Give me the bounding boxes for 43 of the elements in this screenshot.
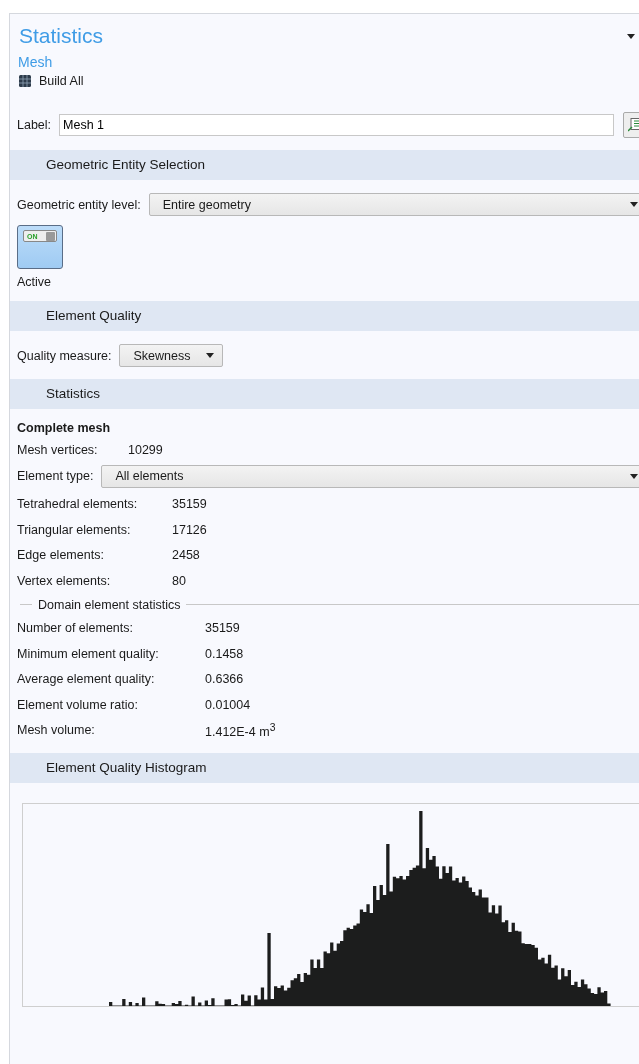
stat-label: Tetrahedral elements: [17, 497, 139, 512]
grid-icon [19, 75, 31, 87]
stat-label: Triangular elements: [17, 522, 132, 537]
caret-icon [627, 33, 635, 39]
build-all-button[interactable]: Build All [19, 74, 84, 88]
group-title: Complete mesh [16, 420, 112, 435]
caret-icon [630, 473, 638, 479]
stat-label: Number of elements: [17, 621, 135, 636]
stat-label: Minimum element quality: [17, 646, 160, 661]
stat-value: 0.1458 [205, 646, 244, 661]
stat-label: Edge elements: [17, 548, 105, 563]
stat-label: Average element quality: [17, 672, 156, 687]
field-label: Label: [17, 118, 52, 132]
stat-value: 35159 [205, 621, 240, 636]
stat-value: 35159 [172, 497, 207, 512]
stat-value: 10299 [128, 442, 163, 457]
field-label: Element type: [17, 469, 94, 483]
caret-icon [630, 202, 638, 207]
section-header[interactable]: Element Quality Histogram [10, 753, 639, 783]
field-label: Quality measure: [17, 348, 112, 363]
stat-value: 0.6366 [205, 672, 244, 687]
breadcrumb: Mesh [17, 53, 54, 70]
dropdown[interactable]: All elements [101, 464, 639, 488]
stat-label: Element volume ratio: [17, 697, 139, 712]
dropdown[interactable]: Entire geometry [148, 193, 639, 216]
group-title: Domain element statistics [38, 597, 181, 612]
stat-value: 17126 [172, 522, 207, 537]
caret-icon [206, 353, 215, 358]
dropdown[interactable]: Skewness [119, 344, 224, 367]
panel-title: Statistics [19, 24, 104, 48]
section-header[interactable]: Geometric Entity Selection [10, 150, 639, 180]
stat-value: 2458 [172, 548, 200, 563]
label-input-field[interactable]: Mesh 1 [59, 114, 614, 136]
field-label: Geometric entity level: [17, 197, 141, 212]
stat-value: 1.412E-4 m$^{3}$ [205, 721, 276, 739]
toggle-caption: Active [16, 274, 53, 289]
section-header[interactable]: Element Quality [10, 301, 639, 331]
stat-label: Mesh vertices: [17, 442, 99, 457]
section-header[interactable]: Statistics [10, 379, 639, 409]
stat-label: Mesh volume: [17, 723, 96, 738]
stat-value: 80 [172, 573, 186, 588]
stat-value: 0.01004 [205, 697, 251, 712]
stat-label: Vertex elements: [17, 573, 112, 588]
